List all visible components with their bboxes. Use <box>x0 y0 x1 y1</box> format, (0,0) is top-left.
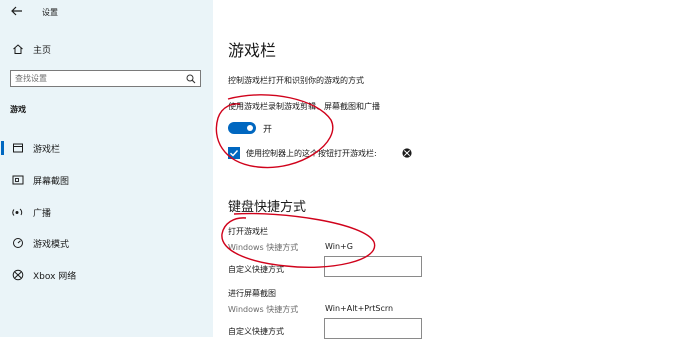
game-mode-icon <box>13 238 23 248</box>
page-title: 游戏栏 <box>228 41 277 60</box>
sidebar-item-game-mode[interactable]: 游戏模式 <box>0 233 213 253</box>
search-box[interactable] <box>10 70 201 87</box>
search-icon[interactable] <box>186 74 196 84</box>
windows-shortcut-label: Windows 快捷方式 <box>228 243 299 252</box>
game-bar-icon <box>13 143 23 153</box>
checkmark-icon <box>230 150 239 157</box>
controller-checkbox[interactable] <box>228 147 240 159</box>
back-arrow-icon[interactable] <box>10 4 24 18</box>
controller-checkbox-label: 使用控制器上的这个按钮打开游戏栏: <box>246 149 377 158</box>
windows-shortcut-value: Win+G <box>325 242 353 251</box>
custom-shortcut-input[interactable] <box>324 256 422 277</box>
windows-shortcut-value: Win+Alt+PrtScrn <box>325 304 394 313</box>
sidebar-item-label: Xbox 网络 <box>33 272 77 282</box>
broadcast-icon <box>12 208 23 216</box>
screenshot-shortcut-title: 进行屏幕截图 <box>228 289 276 298</box>
sidebar-item-captures[interactable]: 屏幕截图 <box>0 170 213 190</box>
open-game-bar-title: 打开游戏栏 <box>228 227 268 236</box>
home-label: 主页 <box>33 46 52 56</box>
capture-icon <box>12 175 24 185</box>
sidebar-item-broadcast[interactable]: 广播 <box>0 202 213 222</box>
custom-shortcut-label: 自定义快捷方式 <box>228 327 284 336</box>
xbox-logo-icon <box>402 148 412 158</box>
game-bar-toggle[interactable] <box>228 122 256 134</box>
custom-shortcut-label: 自定义快捷方式 <box>228 265 284 274</box>
toggle-knob <box>247 125 253 131</box>
home-icon <box>13 44 23 54</box>
main-content: 游戏栏 控制游戏栏打开和识别你的游戏的方式 使用游戏栏录制游戏剪辑、屏幕截图和广… <box>213 0 698 339</box>
page-description: 控制游戏栏打开和识别你的游戏的方式 <box>228 76 364 85</box>
sidebar-item-label: 屏幕截图 <box>33 177 70 187</box>
sidebar-section-title: 游戏 <box>10 105 26 114</box>
windows-shortcut-label: Windows 快捷方式 <box>228 305 299 314</box>
sidebar: 设置 主页 游戏 游戏栏 屏幕截图 广播 <box>0 0 213 337</box>
xbox-icon <box>12 269 24 281</box>
toggle-state-label: 开 <box>263 125 273 135</box>
record-setting-label: 使用游戏栏录制游戏剪辑、屏幕截图和广播 <box>228 102 380 111</box>
sidebar-item-xbox-network[interactable]: Xbox 网络 <box>0 265 213 285</box>
keyboard-shortcuts-heading: 键盘快捷方式 <box>228 200 307 215</box>
sidebar-item-game-bar[interactable]: 游戏栏 <box>0 138 213 158</box>
window-title: 设置 <box>42 8 58 17</box>
search-input[interactable] <box>15 72 175 85</box>
sidebar-item-label: 广播 <box>33 209 52 219</box>
sidebar-item-label: 游戏栏 <box>33 145 61 155</box>
custom-shortcut-input[interactable] <box>324 318 422 339</box>
sidebar-item-label: 游戏模式 <box>33 240 70 250</box>
sidebar-item-home[interactable]: 主页 <box>8 41 198 57</box>
